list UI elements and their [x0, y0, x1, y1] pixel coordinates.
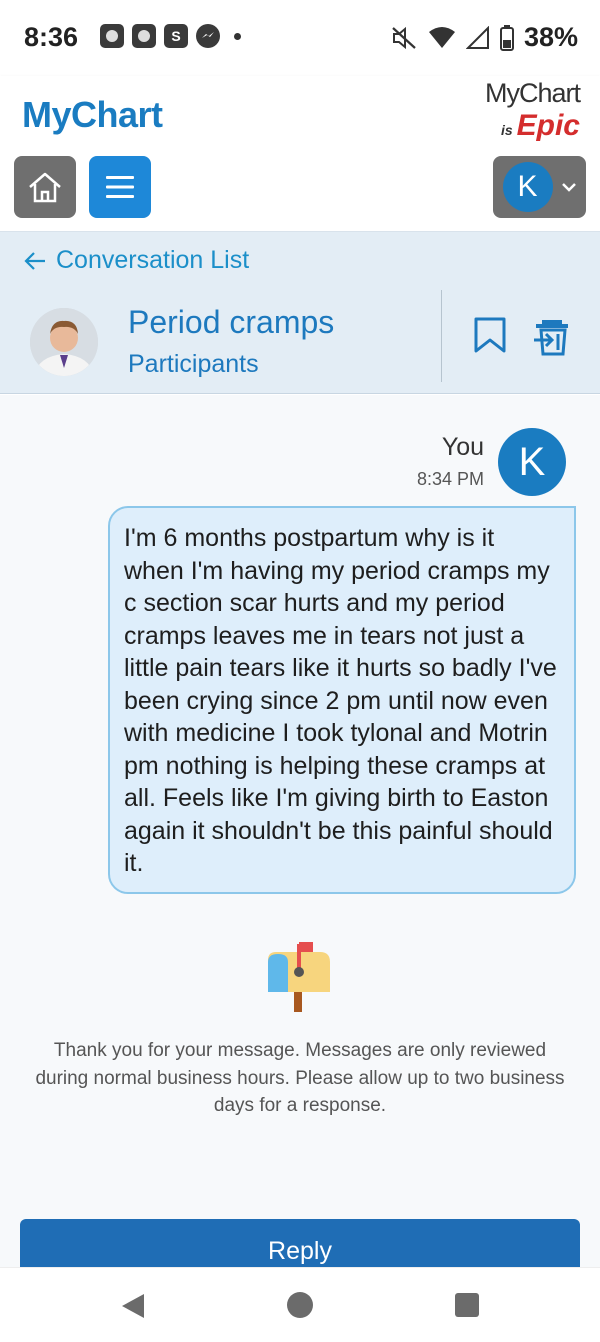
nav-back-button[interactable]	[120, 1292, 146, 1325]
message-thread: You 8:34 PM K I'm 6 months postpartum wh…	[0, 395, 600, 1279]
move-to-trash-button[interactable]	[532, 316, 572, 361]
system-status: 38%	[390, 22, 578, 53]
arrow-left-icon	[24, 251, 45, 270]
conversation-list-link[interactable]: Conversation List	[24, 246, 249, 275]
menu-button[interactable]	[89, 156, 151, 218]
notification-icons: S	[100, 24, 241, 48]
back-triangle-icon	[122, 1294, 144, 1318]
home-icon	[29, 172, 61, 203]
notification-app-icon	[100, 24, 124, 48]
messenger-icon	[196, 24, 220, 48]
provider-avatar	[30, 308, 98, 376]
participants-link[interactable]: Participants	[128, 350, 259, 379]
conversation-subject: Period cramps	[128, 304, 335, 340]
mychart-brand[interactable]: MyChart	[22, 94, 163, 136]
conversation-header: Conversation List Period cramps Particip…	[0, 232, 600, 394]
bookmark-button[interactable]	[472, 316, 508, 359]
notification-s-icon: S	[164, 24, 188, 48]
notification-app-icon	[132, 24, 156, 48]
bookmark-icon	[474, 317, 506, 353]
account-switcher-button[interactable]: K	[493, 156, 586, 218]
battery-icon	[499, 24, 514, 51]
header-divider	[441, 290, 442, 382]
message-timestamp: 8:34 PM	[416, 469, 484, 489]
auto-reply-notice: Thank you for your message. Messages are…	[35, 1040, 565, 1116]
app-header: MyChart MyChart is Epic K	[0, 76, 600, 232]
sender-avatar: K	[498, 428, 566, 496]
battery-percentage: 38%	[523, 22, 578, 52]
mute-icon	[392, 26, 416, 49]
signal-icon	[465, 25, 489, 49]
conversation-list-label: Conversation List	[56, 246, 250, 274]
hamburger-menu-icon	[106, 176, 134, 198]
trash-move-icon	[534, 320, 568, 356]
epic-logo-mychart: MyChart	[484, 78, 581, 108]
home-button[interactable]	[14, 156, 76, 218]
nav-home-button[interactable]	[287, 1292, 313, 1318]
nav-recents-button[interactable]	[455, 1293, 479, 1317]
more-notifications-dot-icon	[234, 32, 241, 40]
chevron-down-icon	[561, 183, 576, 192]
account-avatar: K	[502, 162, 553, 212]
mailbox-icon	[262, 940, 334, 1021]
message-bubble: I'm 6 months postpartum why is it when I…	[108, 506, 576, 894]
android-navigation-bar	[0, 1267, 600, 1342]
status-time: 8:36	[24, 22, 79, 52]
wifi-icon	[428, 26, 455, 48]
mychart-is-epic-logo: MyChart is Epic	[484, 78, 581, 143]
epic-logo-epic: Epic	[516, 109, 580, 142]
status-bar: 8:36 S 38%	[0, 0, 600, 76]
message-sender: You	[441, 433, 484, 461]
epic-logo-is: is	[500, 122, 513, 138]
